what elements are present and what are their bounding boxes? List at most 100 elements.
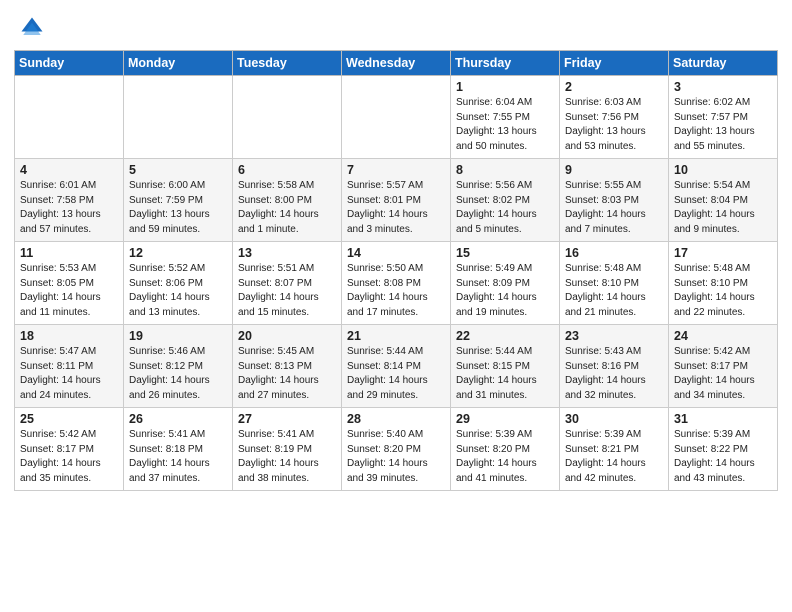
- header-row: SundayMondayTuesdayWednesdayThursdayFrid…: [15, 51, 778, 76]
- day-cell: 10 Sunrise: 5:54 AM Sunset: 8:04 PM Dayli…: [669, 159, 778, 242]
- col-header-tuesday: Tuesday: [233, 51, 342, 76]
- day-number: 9: [565, 163, 664, 177]
- day-info: Sunrise: 5:53 AM Sunset: 8:05 PM Dayligh…: [20, 262, 119, 320]
- day-info: Sunrise: 5:57 AM Sunset: 8:01 PM Dayligh…: [347, 179, 446, 237]
- day-number: 21: [347, 329, 446, 343]
- week-row-5: 25Sunrise: 5:42 AM Sunset: 8:17 PM Dayli…: [15, 408, 778, 491]
- day-info: Sunrise: 5:41 AM Sunset: 8:19 PM Dayligh…: [238, 428, 337, 486]
- day-info: Sunrise: 5:48 AM Sunset: 8:10 PM Dayligh…: [674, 262, 773, 320]
- day-cell: 11 Sunrise: 5:53 AM Sunset: 8:05 PM Dayli…: [15, 242, 124, 325]
- day-number: 19: [129, 329, 228, 343]
- day-cell: 24 Sunrise: 5:42 AM Sunset: 8:17 PM Dayli…: [669, 325, 778, 408]
- day-cell: 16Sunrise: 5:48 AM Sunset: 8:10 PM Dayli…: [560, 242, 669, 325]
- logo-icon: [18, 14, 46, 42]
- day-info: Sunrise: 5:58 AM Sunset: 8:00 PM Dayligh…: [238, 179, 337, 237]
- col-header-thursday: Thursday: [451, 51, 560, 76]
- col-header-friday: Friday: [560, 51, 669, 76]
- day-number: 2: [565, 80, 664, 94]
- day-cell: [124, 76, 233, 159]
- day-number: 23: [565, 329, 664, 343]
- day-cell: 20Sunrise: 5:45 AM Sunset: 8:13 PM Dayli…: [233, 325, 342, 408]
- day-number: 16: [565, 246, 664, 260]
- day-cell: 14Sunrise: 5:50 AM Sunset: 8:08 PM Dayli…: [342, 242, 451, 325]
- day-number: 30: [565, 412, 664, 426]
- day-cell: 6 Sunrise: 5:58 AM Sunset: 8:00 PM Daylig…: [233, 159, 342, 242]
- day-number: 3: [674, 80, 773, 94]
- day-info: Sunrise: 5:39 AM Sunset: 8:20 PM Dayligh…: [456, 428, 555, 486]
- day-info: Sunrise: 5:51 AM Sunset: 8:07 PM Dayligh…: [238, 262, 337, 320]
- day-cell: 23 Sunrise: 5:43 AM Sunset: 8:16 PM Dayli…: [560, 325, 669, 408]
- week-row-4: 18 Sunrise: 5:47 AM Sunset: 8:11 PM Dayli…: [15, 325, 778, 408]
- day-info: Sunrise: 5:49 AM Sunset: 8:09 PM Dayligh…: [456, 262, 555, 320]
- week-row-3: 11 Sunrise: 5:53 AM Sunset: 8:05 PM Dayli…: [15, 242, 778, 325]
- day-info: Sunrise: 5:47 AM Sunset: 8:11 PM Dayligh…: [20, 345, 119, 403]
- col-header-saturday: Saturday: [669, 51, 778, 76]
- day-number: 24: [674, 329, 773, 343]
- day-cell: 27 Sunrise: 5:41 AM Sunset: 8:19 PM Dayli…: [233, 408, 342, 491]
- day-number: 18: [20, 329, 119, 343]
- day-info: Sunrise: 5:40 AM Sunset: 8:20 PM Dayligh…: [347, 428, 446, 486]
- day-cell: [233, 76, 342, 159]
- day-cell: 25Sunrise: 5:42 AM Sunset: 8:17 PM Dayli…: [15, 408, 124, 491]
- day-cell: 12Sunrise: 5:52 AM Sunset: 8:06 PM Dayli…: [124, 242, 233, 325]
- day-cell: [15, 76, 124, 159]
- day-cell: 13 Sunrise: 5:51 AM Sunset: 8:07 PM Dayli…: [233, 242, 342, 325]
- day-cell: 31 Sunrise: 5:39 AM Sunset: 8:22 PM Dayli…: [669, 408, 778, 491]
- day-cell: 28 Sunrise: 5:40 AM Sunset: 8:20 PM Dayli…: [342, 408, 451, 491]
- day-number: 4: [20, 163, 119, 177]
- day-info: Sunrise: 6:01 AM Sunset: 7:58 PM Dayligh…: [20, 179, 119, 237]
- day-number: 22: [456, 329, 555, 343]
- day-info: Sunrise: 6:04 AM Sunset: 7:55 PM Dayligh…: [456, 96, 555, 154]
- day-info: Sunrise: 5:39 AM Sunset: 8:21 PM Dayligh…: [565, 428, 664, 486]
- day-info: Sunrise: 6:02 AM Sunset: 7:57 PM Dayligh…: [674, 96, 773, 154]
- day-cell: 1Sunrise: 6:04 AM Sunset: 7:55 PM Daylig…: [451, 76, 560, 159]
- week-row-2: 4 Sunrise: 6:01 AM Sunset: 7:58 PM Daylig…: [15, 159, 778, 242]
- day-number: 5: [129, 163, 228, 177]
- col-header-monday: Monday: [124, 51, 233, 76]
- day-cell: 26 Sunrise: 5:41 AM Sunset: 8:18 PM Dayli…: [124, 408, 233, 491]
- day-number: 7: [347, 163, 446, 177]
- page: SundayMondayTuesdayWednesdayThursdayFrid…: [0, 0, 792, 612]
- col-header-sunday: Sunday: [15, 51, 124, 76]
- day-cell: 22 Sunrise: 5:44 AM Sunset: 8:15 PM Dayli…: [451, 325, 560, 408]
- day-number: 11: [20, 246, 119, 260]
- day-info: Sunrise: 5:44 AM Sunset: 8:15 PM Dayligh…: [456, 345, 555, 403]
- day-cell: 4 Sunrise: 6:01 AM Sunset: 7:58 PM Daylig…: [15, 159, 124, 242]
- day-info: Sunrise: 6:00 AM Sunset: 7:59 PM Dayligh…: [129, 179, 228, 237]
- day-number: 14: [347, 246, 446, 260]
- day-cell: 5 Sunrise: 6:00 AM Sunset: 7:59 PM Daylig…: [124, 159, 233, 242]
- day-number: 17: [674, 246, 773, 260]
- day-number: 28: [347, 412, 446, 426]
- day-info: Sunrise: 5:52 AM Sunset: 8:06 PM Dayligh…: [129, 262, 228, 320]
- day-cell: 18 Sunrise: 5:47 AM Sunset: 8:11 PM Dayli…: [15, 325, 124, 408]
- day-cell: 9Sunrise: 5:55 AM Sunset: 8:03 PM Daylig…: [560, 159, 669, 242]
- day-cell: 17 Sunrise: 5:48 AM Sunset: 8:10 PM Dayli…: [669, 242, 778, 325]
- day-cell: 19 Sunrise: 5:46 AM Sunset: 8:12 PM Dayli…: [124, 325, 233, 408]
- day-number: 10: [674, 163, 773, 177]
- day-number: 20: [238, 329, 337, 343]
- day-info: Sunrise: 5:39 AM Sunset: 8:22 PM Dayligh…: [674, 428, 773, 486]
- day-number: 15: [456, 246, 555, 260]
- day-info: Sunrise: 5:42 AM Sunset: 8:17 PM Dayligh…: [674, 345, 773, 403]
- day-number: 31: [674, 412, 773, 426]
- day-number: 26: [129, 412, 228, 426]
- day-number: 13: [238, 246, 337, 260]
- day-info: Sunrise: 5:56 AM Sunset: 8:02 PM Dayligh…: [456, 179, 555, 237]
- day-info: Sunrise: 5:41 AM Sunset: 8:18 PM Dayligh…: [129, 428, 228, 486]
- day-number: 25: [20, 412, 119, 426]
- day-number: 8: [456, 163, 555, 177]
- day-cell: 15 Sunrise: 5:49 AM Sunset: 8:09 PM Dayli…: [451, 242, 560, 325]
- day-cell: 8 Sunrise: 5:56 AM Sunset: 8:02 PM Daylig…: [451, 159, 560, 242]
- day-info: Sunrise: 5:43 AM Sunset: 8:16 PM Dayligh…: [565, 345, 664, 403]
- day-info: Sunrise: 5:44 AM Sunset: 8:14 PM Dayligh…: [347, 345, 446, 403]
- day-cell: 2Sunrise: 6:03 AM Sunset: 7:56 PM Daylig…: [560, 76, 669, 159]
- day-number: 27: [238, 412, 337, 426]
- day-cell: [342, 76, 451, 159]
- day-cell: 3 Sunrise: 6:02 AM Sunset: 7:57 PM Daylig…: [669, 76, 778, 159]
- day-number: 6: [238, 163, 337, 177]
- day-cell: 21 Sunrise: 5:44 AM Sunset: 8:14 PM Dayli…: [342, 325, 451, 408]
- day-number: 29: [456, 412, 555, 426]
- day-info: Sunrise: 5:46 AM Sunset: 8:12 PM Dayligh…: [129, 345, 228, 403]
- day-cell: 30 Sunrise: 5:39 AM Sunset: 8:21 PM Dayli…: [560, 408, 669, 491]
- day-info: Sunrise: 5:54 AM Sunset: 8:04 PM Dayligh…: [674, 179, 773, 237]
